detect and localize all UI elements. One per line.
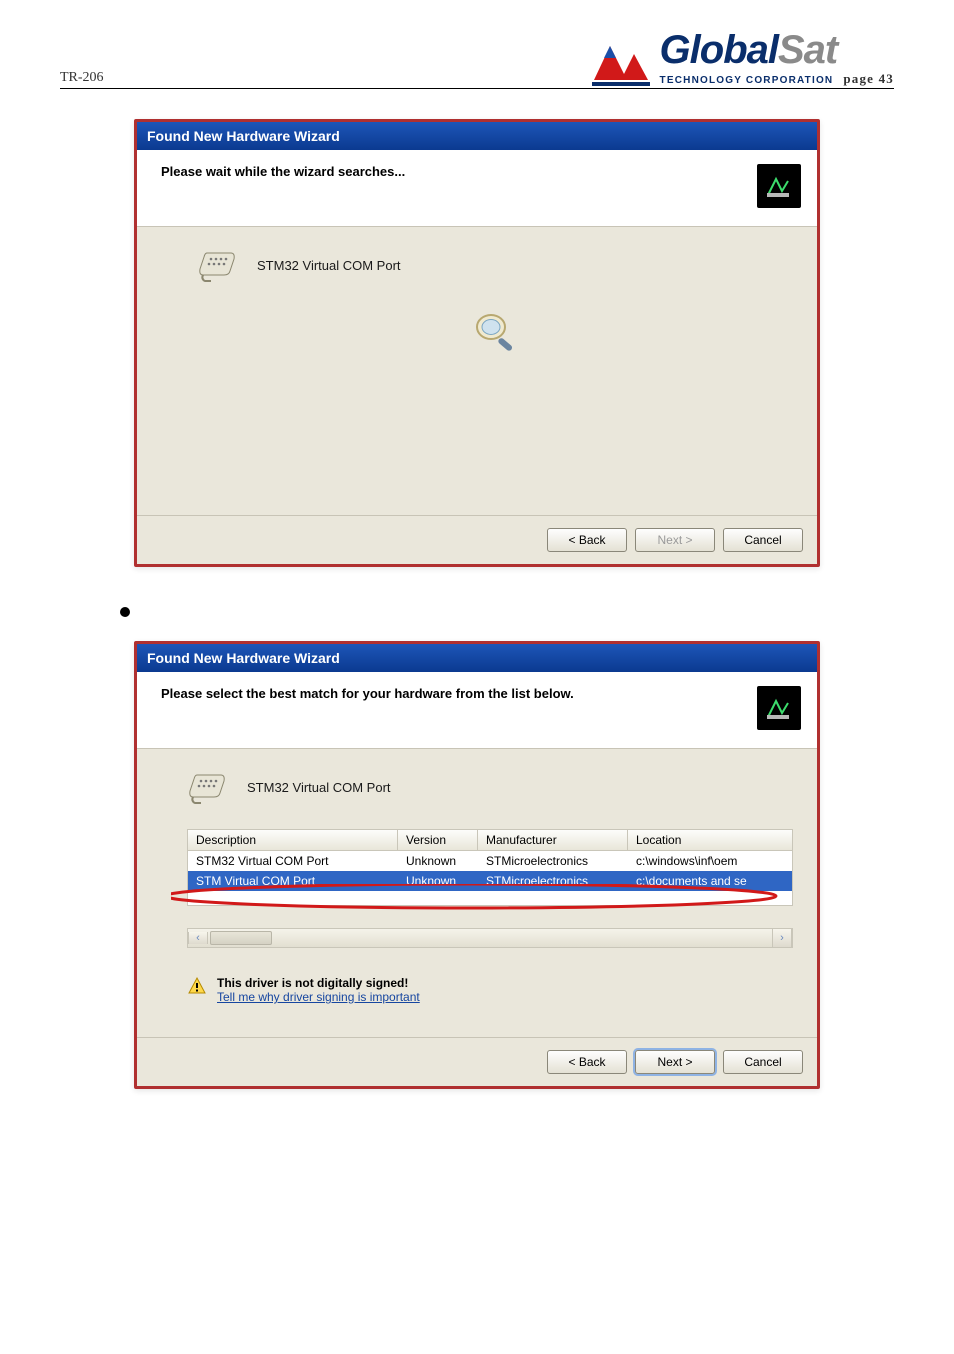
driver-list[interactable]: Description Version Manufacturer Locatio… — [187, 829, 793, 948]
wizard-titlebar: Found New Hardware Wizard — [137, 644, 817, 672]
cancel-button[interactable]: Cancel — [723, 1050, 803, 1074]
wizard-searching: Found New Hardware Wizard Please wait wh… — [134, 119, 820, 567]
driver-row[interactable]: STM32 Virtual COM Port Unknown STMicroel… — [188, 851, 792, 871]
page-header: TR-206 GlobalSat TECHNOLOGY CORPORATION — [60, 30, 894, 89]
driver-row-selected[interactable]: STM Virtual COM Port Unknown STMicroelec… — [188, 871, 792, 891]
searching-magnifier-icon — [469, 307, 521, 362]
scroll-right-icon[interactable]: › — [772, 929, 792, 947]
signing-info-link[interactable]: Tell me why driver signing is important — [217, 990, 420, 1004]
wizard-titlebar: Found New Hardware Wizard — [137, 122, 817, 150]
logo-subtitle: TECHNOLOGY CORPORATION page 43 — [660, 72, 894, 86]
wizard-select-driver: Found New Hardware Wizard Please select … — [134, 641, 820, 1089]
next-button: Next > — [635, 528, 715, 552]
company-logo: GlobalSat TECHNOLOGY CORPORATION page 43 — [590, 30, 894, 86]
horizontal-scrollbar[interactable]: ‹ › — [187, 928, 793, 948]
driver-list-header: Description Version Manufacturer Locatio… — [187, 829, 793, 851]
logo-mark-icon — [590, 40, 652, 86]
logo-word: GlobalSat — [660, 30, 838, 70]
col-location[interactable]: Location — [628, 830, 792, 850]
wizard-head-text: Please select the best match for your ha… — [161, 686, 574, 701]
doc-id: TR-206 — [60, 70, 104, 86]
col-version[interactable]: Version — [398, 830, 478, 850]
wizard-head-icon — [757, 164, 801, 208]
wizard-head-text: Please wait while the wizard searches... — [161, 164, 405, 179]
doc-bullet — [120, 607, 130, 617]
com-port-icon — [187, 769, 229, 805]
warning-icon — [187, 976, 207, 996]
signing-warning-title: This driver is not digitally signed! — [217, 976, 420, 990]
com-port-icon — [197, 247, 239, 283]
next-button[interactable]: Next > — [635, 1050, 715, 1074]
cancel-button[interactable]: Cancel — [723, 528, 803, 552]
scroll-thumb[interactable] — [210, 931, 272, 945]
device-name-label: STM32 Virtual COM Port — [247, 780, 391, 795]
wizard-head-icon — [757, 686, 801, 730]
device-name-label: STM32 Virtual COM Port — [257, 258, 401, 273]
back-button[interactable]: < Back — [547, 528, 627, 552]
scroll-left-icon[interactable]: ‹ — [188, 932, 208, 944]
col-manufacturer[interactable]: Manufacturer — [478, 830, 628, 850]
col-description[interactable]: Description — [188, 830, 398, 850]
page-number: page 43 — [843, 71, 894, 86]
back-button[interactable]: < Back — [547, 1050, 627, 1074]
